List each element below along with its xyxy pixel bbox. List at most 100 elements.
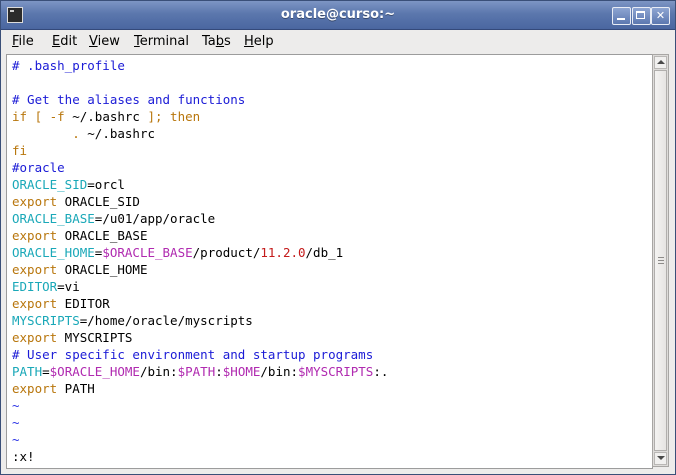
terminal-text-segment: fi [12,143,28,158]
scroll-down-arrow-icon[interactable] [654,452,667,465]
terminal-text-segment: MYSCRIPTS [12,313,80,328]
terminal-line: export ORACLE_BASE [12,227,388,244]
terminal-text-segment: ~ [12,432,20,447]
terminal-text-segment: $HOME [222,364,261,379]
scrollbar-thumb[interactable] [654,70,667,451]
menu-mnemonic: V [89,34,98,49]
terminal-line: ORACLE_HOME=$ORACLE_BASE/product/11.2.0/… [12,244,388,261]
terminal-line: export ORACLE_HOME [12,261,388,278]
menu-mnemonic: E [52,34,61,49]
terminal-text-segment: /db_1 [305,245,344,260]
scroll-up-arrow-icon[interactable] [654,56,667,69]
terminal-text-segment: # User specific environment and startup … [12,347,374,362]
terminal-text-segment: ~/.bashrc [79,126,156,141]
terminal-window: oracle@curso:~ ✕ File Edit View Terminal… [0,0,676,475]
terminal-text-segment: :. [373,364,389,379]
terminal-text-segment: ORACLE_BASE [57,228,148,243]
terminal-text-segment: # .bash_profile [12,58,125,73]
terminal-line: ~ [12,431,388,448]
terminal-text-segment: # Get the aliases and functions [12,92,246,107]
terminal-text-segment: $MYSCRIPTS [298,364,374,379]
menu-label-suffix: dit [60,34,78,49]
minimize-button[interactable] [612,7,631,25]
menu-tabs[interactable]: Tabs [202,34,231,49]
terminal-text-segment: ORACLE_SID [12,177,88,192]
menu-edit[interactable]: Edit [52,34,77,49]
terminal-text-segment: export [12,228,58,243]
terminal-line: # User specific environment and startup … [12,346,388,363]
terminal-line: . ~/.bashrc [12,125,388,142]
terminal-line: ORACLE_SID=orcl [12,176,388,193]
menu-file[interactable]: File [12,34,34,49]
terminal-line: export ORACLE_SID [12,193,388,210]
terminal-line: # .bash_profile [12,57,388,74]
terminal-text-segment: =/home/oracle/myscripts [79,313,253,328]
terminal-text-segment: EDITOR [57,296,110,311]
menu-mnemonic: b [215,34,225,49]
window-title: oracle@curso:~ [280,7,396,22]
maximize-button[interactable] [632,7,651,25]
terminal-text-segment: ORACLE_HOME [12,245,95,260]
terminal-line: fi [12,142,388,159]
terminal-text-segment: . [72,126,80,141]
terminal-text-segment: :x! [12,449,35,464]
grip-icon [658,257,664,264]
terminal-text-segment: =orcl [87,177,125,192]
menu-mnemonic: H [244,34,254,49]
terminal-line: if [ -f ~/.bashrc ]; then [12,108,388,125]
menu-view[interactable]: View [89,34,120,49]
menu-label-suffix: iew [97,34,120,49]
terminal-line: PATH=$ORACLE_HOME/bin:$PATH:$HOME/bin:$M… [12,363,388,380]
terminal-text-segment: PATH [57,381,95,396]
terminal-line: #oracle [12,159,388,176]
terminal-text-segment: #oracle [12,160,65,175]
terminal-line: export EDITOR [12,295,388,312]
terminal-text-segment: 11.2.0 [260,245,306,260]
menu-terminal[interactable]: Terminal [134,34,189,49]
terminal-text-segment: $PATH [177,364,216,379]
terminal-text-segment: ORACLE_BASE [12,211,95,226]
terminal-text: # .bash_profile # Get the aliases and fun… [12,57,388,465]
terminal-line: :x! [12,448,388,465]
vertical-scrollbar[interactable] [652,54,669,467]
title-bar[interactable]: oracle@curso:~ ✕ [1,1,675,30]
terminal-line: ~ [12,414,388,431]
terminal-text-segment: export [12,381,58,396]
terminal-line: MYSCRIPTS=/home/oracle/myscripts [12,312,388,329]
terminal-area[interactable]: # .bash_profile # Get the aliases and fun… [6,54,653,469]
terminal-text-segment: export [12,330,58,345]
terminal-line: export MYSCRIPTS [12,329,388,346]
terminal-text-segment: EDITOR [12,279,58,294]
terminal-text-segment: /bin: [260,364,299,379]
terminal-text-segment: $ORACLE_HOME [49,364,140,379]
terminal-text-segment: export [12,296,58,311]
terminal-text-segment: /bin: [139,364,178,379]
terminal-text-segment: ]; then [139,109,201,124]
terminal-text-segment: : [215,364,223,379]
terminal-text-segment: ~ [12,398,20,413]
menu-label-suffix: elp [253,34,274,49]
menu-label-suffix: erminal [139,34,189,49]
terminal-text-segment: /product/ [192,245,261,260]
menu-help[interactable]: Help [244,34,274,49]
minimize-icon [617,18,625,20]
terminal-text-segment: export [12,194,58,209]
terminal-line: ORACLE_BASE=/u01/app/oracle [12,210,388,227]
menu-label-prefix: Ta [202,34,216,49]
close-icon: ✕ [655,9,666,22]
terminal-text-segment: PATH [12,364,43,379]
terminal-text-segment: = [42,364,50,379]
maximize-icon [636,11,645,19]
menu-label-suffix: ile [18,34,34,49]
terminal-text-segment: ORACLE_HOME [57,262,148,277]
terminal-text-segment: =vi [57,279,80,294]
terminal-text-segment: MYSCRIPTS [57,330,133,345]
terminal-text-segment: export [12,262,58,277]
terminal-text-segment: if [ -f [12,109,73,124]
close-button[interactable]: ✕ [651,7,670,25]
menu-label-suffix: s [224,34,231,49]
terminal-line: # Get the aliases and functions [12,91,388,108]
terminal-text-segment: ORACLE_SID [57,194,140,209]
